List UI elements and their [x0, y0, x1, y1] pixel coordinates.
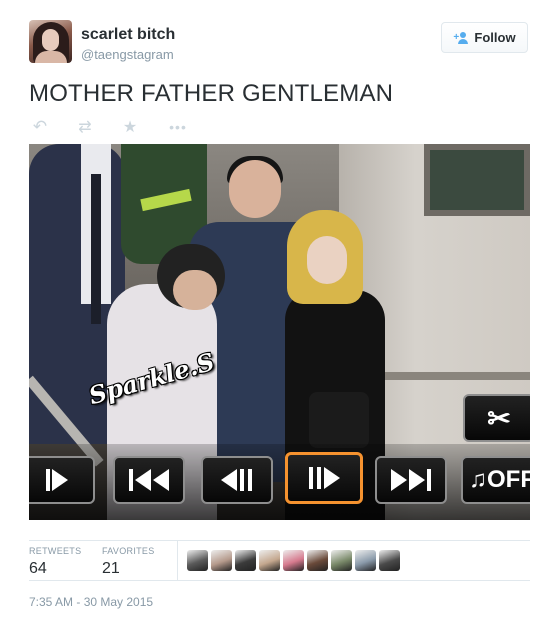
step-forward-button[interactable] — [285, 452, 363, 504]
skip-forward-icon — [391, 469, 431, 491]
step-back-button[interactable] — [201, 456, 273, 504]
favorites-label: FAVORITES — [102, 546, 155, 556]
handbag — [309, 392, 369, 448]
favoriter-avatars — [187, 550, 400, 571]
favoriter-avatar[interactable] — [187, 550, 208, 571]
favoriter-avatar[interactable] — [259, 550, 280, 571]
divider — [29, 540, 530, 541]
follow-button-label: Follow — [474, 30, 516, 45]
favoriter-avatar[interactable] — [331, 550, 352, 571]
play-button[interactable] — [29, 456, 95, 504]
player-controls-overlay — [29, 444, 530, 520]
favoriter-avatar[interactable] — [307, 550, 328, 571]
next-button[interactable] — [375, 456, 447, 504]
tweet-text: MOTHER FATHER GENTLEMAN — [29, 80, 394, 107]
retweets-count: 64 — [29, 560, 47, 577]
follow-user-icon: + — [453, 31, 469, 44]
favoriter-avatar[interactable] — [355, 550, 376, 571]
user-fullname[interactable]: scarlet bitch — [81, 26, 175, 44]
tweet-actions: ↶ ⇄ ★ ••• — [29, 117, 199, 136]
favorites-count: 21 — [102, 560, 120, 577]
step-back-icon — [221, 469, 253, 491]
retweet-icon[interactable]: ⇄ — [74, 118, 96, 136]
music-off-button[interactable]: ♫OFF — [461, 456, 530, 504]
follow-button[interactable]: + Follow — [441, 22, 528, 53]
window — [424, 144, 530, 216]
divider — [177, 541, 178, 580]
favoriter-avatar[interactable] — [283, 550, 304, 571]
user-screenname[interactable]: @taengstagram — [81, 47, 174, 62]
scissors-icon: ✂ — [487, 402, 511, 434]
avatar[interactable] — [29, 20, 72, 63]
favoriter-avatar[interactable] — [235, 550, 256, 571]
favorites-stat[interactable]: FAVORITES 21 — [102, 546, 155, 578]
previous-button[interactable] — [113, 456, 185, 504]
favoriter-avatar[interactable] — [379, 550, 400, 571]
scissors-button[interactable]: ✂ — [463, 394, 530, 442]
play-icon — [46, 469, 68, 491]
tweet-photo[interactable]: Sparkle.S ✂ ♫OFF — [29, 144, 530, 520]
favoriter-avatar[interactable] — [211, 550, 232, 571]
reply-icon[interactable]: ↶ — [31, 117, 49, 136]
more-icon[interactable]: ••• — [167, 118, 189, 136]
skip-back-icon — [129, 469, 169, 491]
music-off-label: ♫OFF — [469, 466, 530, 493]
retweets-label: RETWEETS — [29, 546, 82, 556]
retweets-stat[interactable]: RETWEETS 64 — [29, 546, 81, 578]
favorite-star-icon[interactable]: ★ — [121, 118, 139, 136]
step-forward-icon — [308, 467, 340, 489]
tweet-timestamp[interactable]: 7:35 AM - 30 May 2015 — [29, 595, 153, 609]
divider — [29, 580, 530, 581]
